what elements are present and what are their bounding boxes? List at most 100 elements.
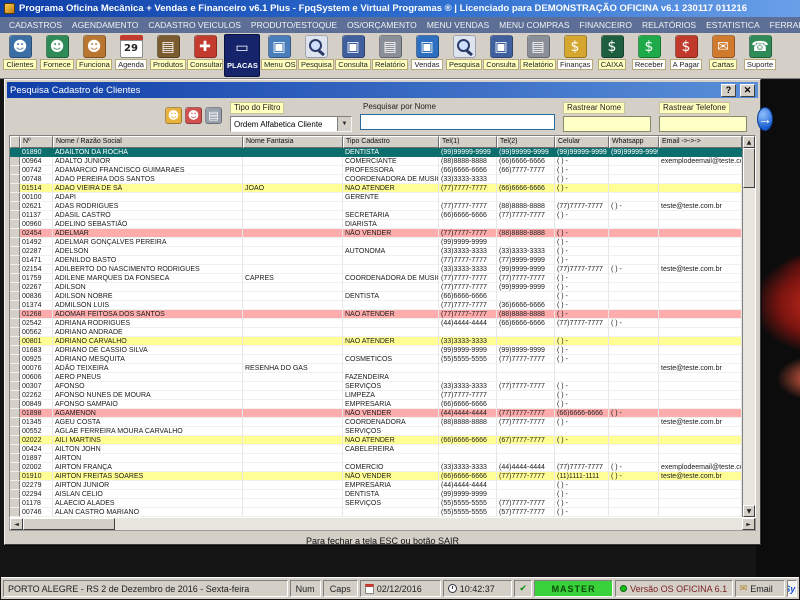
table-row[interactable]: 02294 AISLAN CELIO DENTISTA (99)9999-9999 ( …	[10, 490, 742, 499]
close-button[interactable]: ✕	[740, 83, 755, 97]
table-row[interactable]: 00552 AGLAE FERREIRA MOURA CARVALHO SERVIÇ…	[10, 427, 742, 436]
table-row[interactable]: 02267 ADILSON (77)7777-7777 (99)9999-9999( …	[10, 283, 742, 292]
menu-item-relat-rios[interactable]: RELATÓRIOS	[637, 18, 701, 32]
table-row[interactable]: 00836 ADILSON NOBRE DENTISTA (66)6666-6666 (…	[10, 292, 742, 301]
menu-item-menu-compras[interactable]: MENU COMPRAS	[494, 18, 574, 32]
horizontal-scroll-thumb[interactable]	[23, 518, 115, 530]
sales-report-button[interactable]: ▤ Relatório	[520, 34, 556, 77]
scroll-left-icon[interactable]: ◄	[10, 518, 23, 530]
table-row[interactable]: 00307 AFONSO SERVIÇOS (33)3333-3333 (77)7777…	[10, 382, 742, 391]
menu-item-financeiro[interactable]: FINANCEIRO	[575, 18, 637, 32]
scroll-down-icon[interactable]: ▼	[743, 505, 755, 517]
horizontal-scrollbar[interactable]: ◄ ►	[9, 518, 756, 531]
window-title-bar[interactable]: Pesquisa Cadastro de Clientes ? ✕	[7, 82, 758, 98]
table-row[interactable]: 00424 AILTON JOHN CABELEREIRA	[10, 445, 742, 454]
sales-search-button[interactable]: Pesquisa	[446, 34, 482, 77]
menu-item-cadastros[interactable]: CADASTROS	[4, 18, 67, 32]
filter-type-select[interactable]: Ordem Alfabetica Cliente ▼	[230, 116, 352, 132]
table-row[interactable]: 01345 AGEU COSTA COORDENADORA (88)8888-8888…	[10, 418, 742, 427]
table-row[interactable]: 01137 ADASIL CASTRO SECRETARIA (66)6666-666…	[10, 211, 742, 220]
column-header-n[interactable]: Nº	[20, 136, 53, 148]
track-name-input[interactable]	[563, 116, 651, 132]
table-row[interactable]: 00562 ADRIANO ANDRADE	[10, 328, 742, 337]
os-search-button[interactable]: Pesquisa	[298, 34, 334, 77]
table-row[interactable]: 02279 AIRTON JUNIOR EMPRESARIA (44)4444-444…	[10, 481, 742, 490]
column-header-tel-1[interactable]: Tel(1)	[439, 136, 497, 148]
vertical-scroll-track[interactable]	[743, 188, 755, 505]
table-row[interactable]: 00960 ADELINO SEBASTIÃO DIARISTA	[10, 220, 742, 229]
search-go-button[interactable]: →	[757, 107, 773, 131]
table-row[interactable]: 00100 ADAPI GERENTE	[10, 193, 742, 202]
support-button[interactable]: ☎ Suporte	[742, 34, 778, 77]
column-header-nome-raz-o-social[interactable]: Nome / Razão Social	[53, 136, 243, 148]
table-row[interactable]: 02454 ADELMAR NÃO VENDER (77)7777-7777 (88)8…	[10, 229, 742, 238]
table-row[interactable]: 01683 ADRIANO DE CASSIO SILVA (99)9999-999…	[10, 346, 742, 355]
table-row[interactable]: 01268 ADOMAR FEITOSA DOS SANTOS NAO ATENDE…	[10, 310, 742, 319]
table-row[interactable]: 01514 ADAO VIEIRA DE SÁ JOAO NAO ATENDER (77…	[10, 184, 742, 193]
table-row[interactable]: 00801 ADRIANO CARVALHO NAO ATENDER (33)3333…	[10, 337, 742, 346]
os-menu-button[interactable]: ▣ Menu OS	[261, 34, 297, 77]
horizontal-scroll-track[interactable]	[115, 518, 742, 530]
table-row[interactable]: 00076 ADÃO TEIXEIRA RESENHA DO GAS teste@te…	[10, 364, 742, 373]
letters-button[interactable]: ✉ Cartas	[705, 34, 741, 77]
sales-view-button[interactable]: ▣ Consulta	[483, 34, 519, 77]
table-row[interactable]: 00849 AFONSO SAMPAIO EMPRESARIA (66)6666-66…	[10, 400, 742, 409]
plates-button[interactable]: ▭ PLACAS	[224, 34, 260, 77]
payables-button[interactable]: $ A Pagar	[668, 34, 704, 77]
column-header-tel-2[interactable]: Tel(2)	[497, 136, 555, 148]
table-row[interactable]: 00964 ADALTO JUNIOR COMERCIANTE (88)8888-88…	[10, 157, 742, 166]
table-row[interactable]: 01890 ADAILTON DA ROCHA DENTISTA (99)99999-…	[10, 148, 742, 157]
search-name-input[interactable]	[360, 114, 555, 130]
table-row[interactable]: 01910 AIRTON FREITAS SOARES NÃO VENDER (66)…	[10, 472, 742, 481]
menu-item-cadastro-veiculos[interactable]: CADASTRO VEICULOS	[143, 18, 246, 32]
vertical-scrollbar[interactable]: ▲ ▼	[742, 136, 755, 517]
column-header-whatsapp[interactable]: Whatsapp	[609, 136, 659, 148]
column-header-nome-fantasia[interactable]: Nome Fantasia	[243, 136, 343, 148]
menu-item-produto-estoque[interactable]: PRODUTO/ESTOQUE	[246, 18, 342, 32]
employees-button[interactable]: ☻ Funciona	[76, 34, 112, 77]
vertical-scroll-thumb[interactable]	[743, 148, 755, 188]
table-row[interactable]: 01178 ALAECIO ALADES SERVIÇOS (55)5555-5555…	[10, 499, 742, 508]
table-row[interactable]: 02002 AIRTON FRANÇA COMERCIO (33)3333-3333(…	[10, 463, 742, 472]
table-row[interactable]: 02287 ADELSON AUTONOMA (33)3333-3333 (33)333…	[10, 247, 742, 256]
table-row[interactable]: 01374 ADMILSON LUIS (77)7777-7777 (36)6666-…	[10, 301, 742, 310]
scroll-up-icon[interactable]: ▲	[743, 136, 755, 148]
help-button[interactable]: ?	[721, 83, 736, 97]
table-row[interactable]: 01471 ADENILDO BASTO (77)7777-7777 (77)9999…	[10, 256, 742, 265]
stock-search-button[interactable]: ✚ Consultar	[187, 34, 223, 77]
os-view-button[interactable]: ▣ Consulta	[335, 34, 371, 77]
scroll-right-icon[interactable]: ►	[742, 518, 755, 530]
menu-item-agendamento[interactable]: AGENDAMENTO	[67, 18, 143, 32]
smiley-red-icon[interactable]: ☻	[185, 107, 202, 124]
table-row[interactable]: 01759 ADILENE MARQUES DA FONSECA CAPRES COO…	[10, 274, 742, 283]
menu-item-os-or-amento[interactable]: OS/ORÇAMENTO	[342, 18, 422, 32]
menu-item-estatistica[interactable]: ESTATISTICA	[701, 18, 765, 32]
suppliers-button[interactable]: ☻ Fornece	[39, 34, 75, 77]
menu-item-ferramentas[interactable]: FERRAMENTAS	[765, 18, 800, 32]
smiley-yellow-icon[interactable]: ☻	[165, 107, 182, 124]
sales-button[interactable]: ▣ Vendas	[409, 34, 445, 77]
table-row[interactable]: 00742 ADAMARCIO FRANCISCO GUIMARAES PROFES…	[10, 166, 742, 175]
table-row[interactable]: 00748 ADAO PEREIRA DOS SANTOS COORDENADORA…	[10, 175, 742, 184]
table-row[interactable]: 02621 ADAS RODRIGUES (77)7777-7777 (88)8888…	[10, 202, 742, 211]
table-row[interactable]: 02022 AILI MARTINS NAO ATENDER (66)6666-666…	[10, 436, 742, 445]
table-row[interactable]: 01898 AGAMENON NÃO VENDER (44)4444-4444 (77)…	[10, 409, 742, 418]
table-row[interactable]: 01897 AIRTON	[10, 454, 742, 463]
column-header-tipo-cadastro[interactable]: Tipo Cadastro	[343, 136, 439, 148]
calendar-button[interactable]: 29 Agenda	[113, 34, 149, 77]
menu-item-menu-vendas[interactable]: MENU VENDAS	[422, 18, 494, 32]
receivables-button[interactable]: $ Receber	[631, 34, 667, 77]
track-phone-input[interactable]	[659, 116, 747, 132]
cash-button[interactable]: $ CAIXA	[594, 34, 630, 77]
table-row[interactable]: 00606 AERO PNEUS FAZENDEIRA	[10, 373, 742, 382]
clients-button[interactable]: ☻ Clientes	[2, 34, 38, 77]
table-row[interactable]: 00746 ALAN CASTRO MARIANO (55)5555-5555 (57…	[10, 508, 742, 517]
table-row[interactable]: 02154 ADILBERTO DO NASCIMENTO RODRIGUES (3…	[10, 265, 742, 274]
os-report-button[interactable]: ▤ Relatório	[372, 34, 408, 77]
table-row[interactable]: 01492 ADELMAR GONÇALVES PEREIRA (99)9999-9…	[10, 238, 742, 247]
table-row[interactable]: 02542 ADRIANA RODRIGUES (44)4444-4444 (66)6…	[10, 319, 742, 328]
column-header-email[interactable]: Email ->->->	[659, 136, 742, 148]
table-row[interactable]: 02262 AFONSO NUNES DE MOURA LIMPEZA (77)777…	[10, 391, 742, 400]
column-header-celular[interactable]: Celular	[555, 136, 609, 148]
table-row[interactable]: 00925 ADRIANO MESQUITA COSMETICOS (55)5555-…	[10, 355, 742, 364]
